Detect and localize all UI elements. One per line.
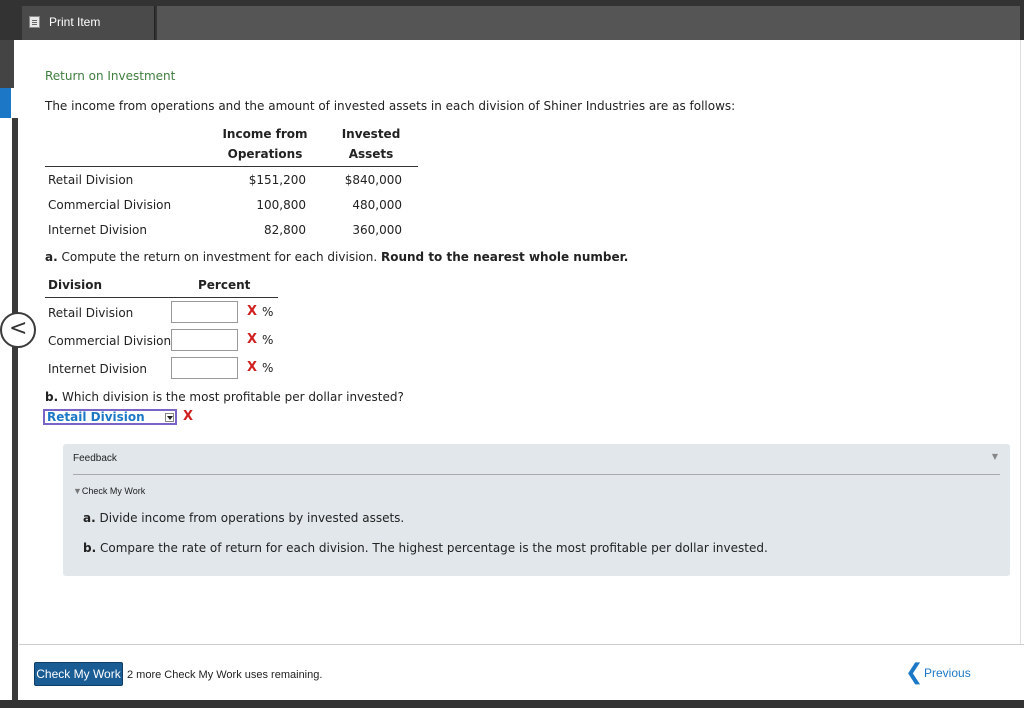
incorrect-mark: X [247, 304, 258, 319]
hint-b-prefix: b. [83, 541, 97, 555]
hint-a-prefix: a. [83, 511, 96, 525]
retail-percent-input[interactable] [171, 301, 238, 323]
chevron-left-icon: ❮ [905, 660, 924, 685]
question-a-prefix: a. [45, 250, 58, 264]
table-row-assets: 480,000 [352, 198, 402, 212]
hint-b-text: Compare the rate of return for each divi… [96, 541, 768, 555]
question-b: b. Which division is the most profitable… [45, 390, 404, 404]
hint-a-text: Divide income from operations by investe… [95, 511, 405, 525]
feedback-label: Feedback [73, 453, 117, 464]
answer-header-rule [45, 297, 278, 298]
print-item-label: Print Item [49, 15, 101, 29]
commercial-percent-input[interactable] [171, 329, 238, 351]
assets-header-line2: Assets [348, 147, 394, 161]
left-rail-active-tab[interactable] [0, 88, 11, 118]
table-row-division: Commercial Division [48, 198, 172, 212]
answer-row-division: Commercial Division [48, 334, 172, 348]
table-row-income: $151,200 [248, 173, 306, 187]
percent-unit: % [262, 333, 274, 347]
page-title: Return on Investment [45, 69, 176, 83]
previous-label: Previous [924, 666, 971, 680]
incorrect-mark: X [247, 332, 258, 347]
feedback-divider [73, 474, 1000, 475]
assets-header-line1: Invested [341, 127, 401, 141]
toolbar-spacer [157, 6, 1020, 40]
table-row-division: Internet Division [48, 223, 148, 237]
remaining-uses-text: 2 more Check My Work uses remaining. [127, 669, 323, 681]
incorrect-mark: X [183, 409, 194, 424]
feedback-hint-a: a. Divide income from operations by inve… [83, 511, 404, 525]
table-row-income: 82,800 [264, 223, 306, 237]
table-row-assets: $840,000 [344, 173, 402, 187]
division-dropdown[interactable]: Retail Division [43, 409, 177, 425]
chevron-down-icon[interactable] [165, 413, 174, 422]
feedback-hint-b: b. Compare the rate of return for each d… [83, 541, 768, 555]
question-a: a. Compute the return on investment for … [45, 250, 628, 264]
division-column-header: Division [48, 278, 103, 292]
collapse-caret-icon[interactable]: ▼ [992, 452, 998, 461]
check-my-work-toggle[interactable]: ▼Check My Work [73, 486, 145, 496]
previous-item-button[interactable]: < [0, 312, 36, 348]
answer-row-division: Internet Division [48, 362, 148, 376]
dropdown-selected-value: Retail Division [47, 410, 145, 424]
table-row-income: 100,800 [256, 198, 306, 212]
feedback-panel: Feedback ▼ ▼Check My Work a. Divide inco… [63, 444, 1010, 576]
percent-column-header: Percent [198, 278, 251, 292]
table-row-division: Retail Division [48, 173, 134, 187]
question-a-instruction: Round to the nearest whole number. [380, 250, 629, 264]
incorrect-mark: X [247, 360, 258, 375]
income-header-line1: Income from [222, 127, 308, 141]
question-a-text: Compute the return on investment for eac… [57, 250, 381, 264]
check-my-work-label: Check My Work [81, 486, 146, 496]
answer-row-division: Retail Division [48, 306, 134, 320]
table-header-rule [45, 166, 418, 167]
bottom-edge [0, 700, 1024, 708]
print-icon [29, 16, 40, 28]
left-rail-tab [0, 40, 14, 88]
problem-intro: The income from operations and the amoun… [45, 99, 736, 113]
check-my-work-button[interactable]: Check My Work [34, 662, 123, 686]
triangle-down-icon: ▼ [73, 486, 82, 496]
percent-unit: % [262, 305, 274, 319]
income-header-line2: Operations [227, 147, 303, 161]
percent-unit: % [262, 361, 274, 375]
question-b-prefix: b. [45, 390, 59, 404]
print-item-button[interactable]: Print Item [22, 6, 155, 40]
table-row-assets: 360,000 [352, 223, 402, 237]
internet-percent-input[interactable] [171, 357, 238, 379]
chevron-left-icon: < [9, 316, 28, 341]
question-b-text: Which division is the most profitable pe… [58, 390, 404, 404]
